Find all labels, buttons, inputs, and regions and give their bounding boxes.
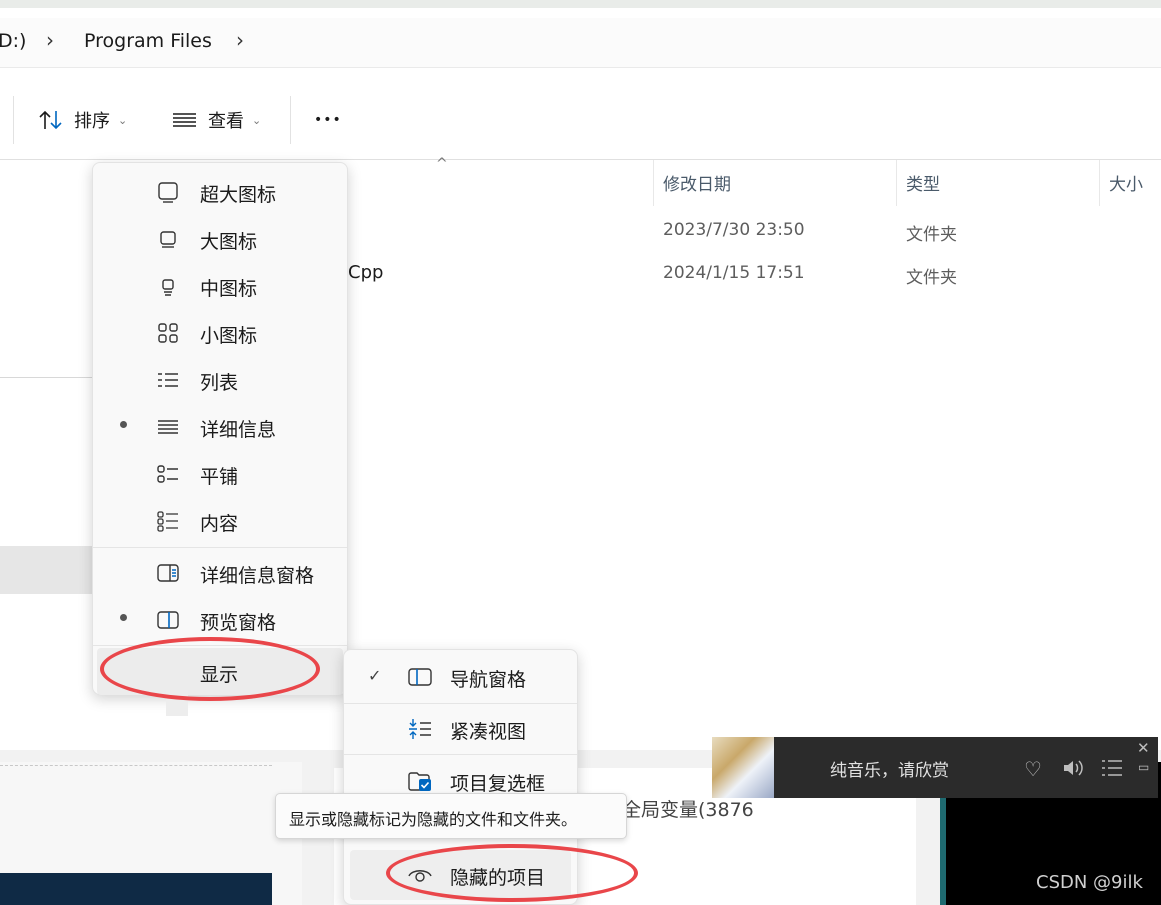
annotation-circle-show — [100, 637, 320, 701]
tiles-icon — [157, 465, 178, 483]
music-status-text: 纯音乐，请欣赏 — [830, 761, 949, 781]
breadcrumb-folder[interactable]: Program Files — [84, 30, 212, 52]
submenu-separator — [344, 754, 577, 755]
window-top-strip — [0, 0, 1161, 8]
details-icon — [158, 420, 178, 434]
chevron-down-icon: ⌄ — [118, 113, 128, 127]
command-bar: 排序 ⌄ 查看 ⌄ ••• — [0, 78, 1161, 160]
close-icon[interactable]: ✕ — [1137, 739, 1150, 757]
menu-item-medium-icons[interactable]: 中图标 — [93, 262, 347, 309]
column-divider[interactable] — [896, 160, 897, 206]
menu-item-label: 详细信息 — [200, 419, 277, 441]
address-bar[interactable]: D:) › Program Files › — [0, 18, 1161, 68]
background-document-text: 全局变量(3876 — [622, 799, 754, 821]
file-name[interactable]: Cpp — [348, 262, 383, 283]
details-pane-icon — [157, 564, 179, 582]
submenu-item-compact-view[interactable]: 紧凑视图 — [344, 704, 577, 754]
background-divider — [0, 765, 272, 766]
watermark: CSDN @9ilk — [1036, 872, 1143, 893]
item-checkbox-icon — [408, 772, 431, 791]
menu-item-extra-large-icons[interactable]: 超大图标 — [93, 168, 347, 215]
chevron-down-icon: ⌄ — [252, 113, 262, 127]
file-type[interactable]: 文件夹 — [906, 263, 957, 288]
file-type[interactable]: 文件夹 — [906, 220, 957, 245]
menu-separator — [93, 547, 347, 548]
toolbar-divider — [13, 96, 14, 144]
album-cover[interactable] — [712, 737, 774, 798]
menu-item-label: 预览窗格 — [200, 612, 277, 634]
view-menu: 超大图标 大图标 中图标 小图标 列表 详细信息 平铺 内容 详细信息窗格 预览… — [92, 162, 348, 695]
sort-caret-icon: ^ — [436, 156, 448, 172]
playlist-icon[interactable] — [1101, 759, 1123, 777]
toolbar-divider — [290, 96, 291, 144]
column-divider[interactable] — [1099, 160, 1100, 206]
menu-item-large-icons[interactable]: 大图标 — [93, 215, 347, 262]
sort-icon — [39, 110, 62, 130]
background-dark-bar — [0, 873, 272, 905]
breadcrumb-chevron-icon[interactable]: › — [46, 28, 54, 52]
menu-item-label: 大图标 — [200, 231, 258, 253]
more-icon: ••• — [314, 112, 342, 128]
column-header-modified[interactable]: 修改日期 — [663, 170, 731, 195]
compact-view-icon — [409, 719, 431, 739]
menu-item-label: 超大图标 — [200, 184, 277, 206]
sort-button[interactable]: 排序 ⌄ — [38, 104, 127, 136]
menu-item-label: 平铺 — [200, 466, 239, 488]
menu-item-small-icons[interactable]: 小图标 — [93, 309, 347, 356]
selected-bullet-icon — [120, 421, 127, 428]
navigation-pane-icon — [408, 668, 432, 686]
menu-item-label: 小图标 — [200, 325, 258, 347]
menu-item-label: 内容 — [200, 513, 239, 535]
column-header-size[interactable]: 大小 — [1109, 170, 1143, 195]
menu-item-preview-pane[interactable]: 预览窗格 — [93, 596, 347, 643]
minimize-icon[interactable]: ▭ — [1138, 760, 1149, 774]
checkmark-icon: ✓ — [368, 666, 382, 685]
view-lines-icon — [173, 113, 196, 127]
sort-label: 排序 — [74, 111, 110, 132]
menu-item-label: 中图标 — [200, 278, 258, 300]
view-button[interactable]: 查看 ⌄ — [172, 104, 261, 136]
menu-item-content[interactable]: 内容 — [93, 497, 347, 544]
annotation-circle-hidden-items — [386, 844, 638, 902]
submenu-item-label: 紧凑视图 — [450, 721, 527, 743]
medium-icons-icon — [162, 279, 174, 296]
submenu-item-label: 项目复选框 — [450, 773, 546, 795]
volume-icon[interactable] — [1062, 758, 1086, 778]
breadcrumb-drive[interactable]: D:) — [0, 30, 26, 52]
menu-item-details-pane[interactable]: 详细信息窗格 — [93, 549, 347, 596]
nav-pane-selected-item[interactable] — [0, 546, 92, 594]
menu-item-tiles[interactable]: 平铺 — [93, 450, 347, 497]
small-icons-icon — [158, 323, 178, 343]
heart-icon[interactable]: ♡ — [1024, 757, 1042, 781]
column-header-type[interactable]: 类型 — [906, 170, 940, 195]
menu-item-details[interactable]: 详细信息 — [93, 403, 347, 450]
large-icons-icon — [160, 231, 176, 248]
hidden-items-tooltip: 显示或隐藏标记为隐藏的文件和文件夹。 — [275, 793, 627, 839]
breadcrumb-chevron-icon[interactable]: › — [236, 28, 244, 52]
content-icon — [157, 511, 178, 532]
submenu-item-navigation-pane[interactable]: ✓ 导航窗格 — [344, 652, 577, 702]
menu-item-label: 详细信息窗格 — [200, 565, 315, 587]
menu-item-list[interactable]: 列表 — [93, 356, 347, 403]
column-divider[interactable] — [653, 160, 654, 206]
view-label: 查看 — [208, 111, 244, 132]
extra-large-icons-icon — [158, 182, 178, 203]
menu-item-label: 列表 — [200, 372, 239, 394]
more-options-button[interactable]: ••• — [314, 104, 342, 136]
list-icon — [158, 373, 178, 387]
preview-pane-icon — [157, 611, 179, 629]
file-modified[interactable]: 2023/7/30 23:50 — [663, 220, 805, 240]
nav-pane-divider — [0, 377, 92, 378]
selected-bullet-icon — [120, 614, 127, 621]
submenu-item-label: 导航窗格 — [450, 669, 527, 691]
file-modified[interactable]: 2024/1/15 17:51 — [663, 263, 805, 283]
